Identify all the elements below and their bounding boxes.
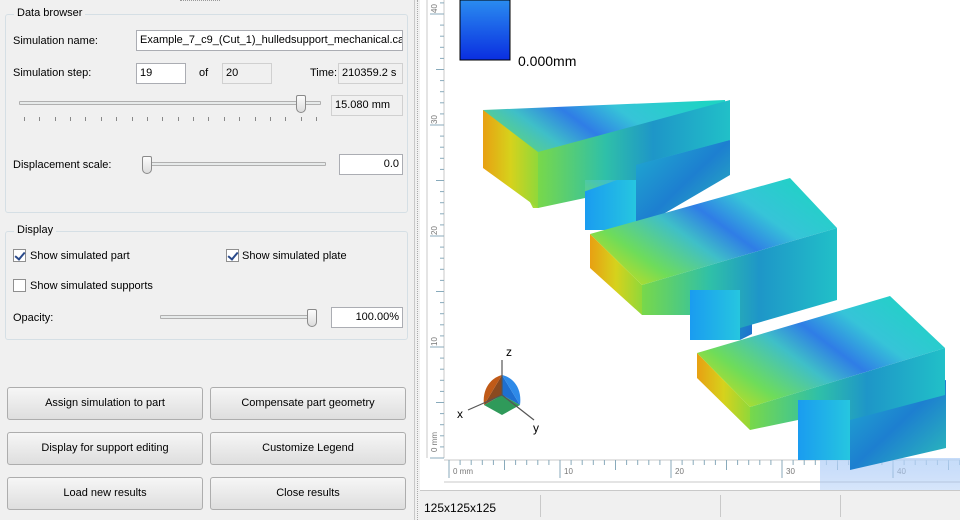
total-steps-field: 20 bbox=[222, 63, 272, 84]
grid-size-text: 125x125x125 bbox=[424, 501, 497, 515]
time-label: Time: bbox=[310, 67, 338, 79]
axis-y-label: y bbox=[533, 421, 539, 435]
displacement-slider-thumb[interactable] bbox=[142, 156, 152, 174]
displacement-slider-track[interactable] bbox=[142, 162, 326, 166]
legend-color-bar bbox=[459, 0, 511, 61]
simulation-name-field[interactable]: Example_7_c9_(Cut_1)_hulledsupport_mecha… bbox=[136, 30, 403, 51]
viewport-canvas: 0 mm 10 20 30 40 0 mm 10 20 30 40 0.000m… bbox=[426, 0, 960, 490]
status-bar: 125x125x125 bbox=[420, 490, 960, 520]
vruler-label-0: 0 mm bbox=[430, 432, 439, 452]
simulation-step-label: Simulation step: bbox=[13, 67, 92, 79]
show-simulated-plate-label[interactable]: Show simulated plate bbox=[242, 250, 347, 262]
axis-triad: z x y bbox=[457, 345, 539, 435]
show-simulated-supports-checkbox[interactable] bbox=[13, 279, 26, 292]
show-simulated-supports-label[interactable]: Show simulated supports bbox=[30, 280, 153, 292]
support-editing-button[interactable]: Display for support editing bbox=[7, 432, 203, 465]
time-field: 210359.2 s bbox=[338, 63, 403, 84]
compensate-geometry-button[interactable]: Compensate part geometry bbox=[210, 387, 406, 420]
axis-x-label: x bbox=[457, 407, 463, 421]
step-slider-ticks bbox=[24, 117, 317, 121]
hruler-label-30: 30 bbox=[786, 467, 795, 476]
show-simulated-part-label[interactable]: Show simulated part bbox=[30, 250, 130, 262]
opacity-label: Opacity: bbox=[13, 312, 54, 324]
axis-z-label: z bbox=[506, 345, 512, 359]
vertical-ruler: 0 mm 10 20 30 40 bbox=[426, 0, 445, 459]
step-slider-track[interactable] bbox=[19, 101, 321, 105]
display-title: Display bbox=[14, 224, 57, 236]
of-label: of bbox=[199, 67, 209, 79]
viewport-3d[interactable]: 0 mm 10 20 30 40 0 mm 10 20 30 40 0.000m… bbox=[420, 0, 960, 490]
opacity-slider-track[interactable] bbox=[160, 315, 317, 319]
assign-simulation-button[interactable]: Assign simulation to part bbox=[7, 387, 203, 420]
hruler-label-0: 0 mm bbox=[453, 467, 473, 476]
app-window: Data browser Simulation name: Example_7_… bbox=[0, 0, 960, 520]
displacement-scale-field[interactable]: 0.0 bbox=[339, 154, 403, 175]
legend-min-label: 0.000mm bbox=[518, 53, 576, 69]
hruler-label-20: 20 bbox=[675, 467, 684, 476]
vruler-label-10: 10 bbox=[430, 337, 439, 346]
vruler-label-40: 40 bbox=[430, 4, 439, 13]
simulation-name-label: Simulation name: bbox=[13, 35, 98, 47]
opacity-slider-thumb[interactable] bbox=[307, 309, 317, 327]
show-simulated-part-checkbox[interactable] bbox=[13, 249, 26, 262]
build-plate bbox=[820, 458, 960, 490]
displacement-scale-label: Displacement scale: bbox=[13, 159, 112, 171]
data-browser-title: Data browser bbox=[14, 7, 86, 19]
customize-legend-button[interactable]: Customize Legend bbox=[210, 432, 406, 465]
load-new-results-button[interactable]: Load new results bbox=[7, 477, 203, 510]
left-panel: Data browser Simulation name: Example_7_… bbox=[0, 0, 414, 520]
vruler-label-30: 30 bbox=[430, 115, 439, 124]
step-slider-thumb[interactable] bbox=[296, 95, 307, 113]
opacity-field[interactable]: 100.00% bbox=[331, 307, 403, 328]
panel-grip[interactable] bbox=[180, 0, 220, 4]
simulation-step-field[interactable]: 19 bbox=[136, 63, 186, 84]
hruler-label-10: 10 bbox=[564, 467, 573, 476]
show-simulated-plate-checkbox[interactable] bbox=[226, 249, 239, 262]
vruler-label-20: 20 bbox=[430, 226, 439, 235]
close-results-button[interactable]: Close results bbox=[210, 477, 406, 510]
height-field: 15.080 mm bbox=[331, 95, 403, 116]
